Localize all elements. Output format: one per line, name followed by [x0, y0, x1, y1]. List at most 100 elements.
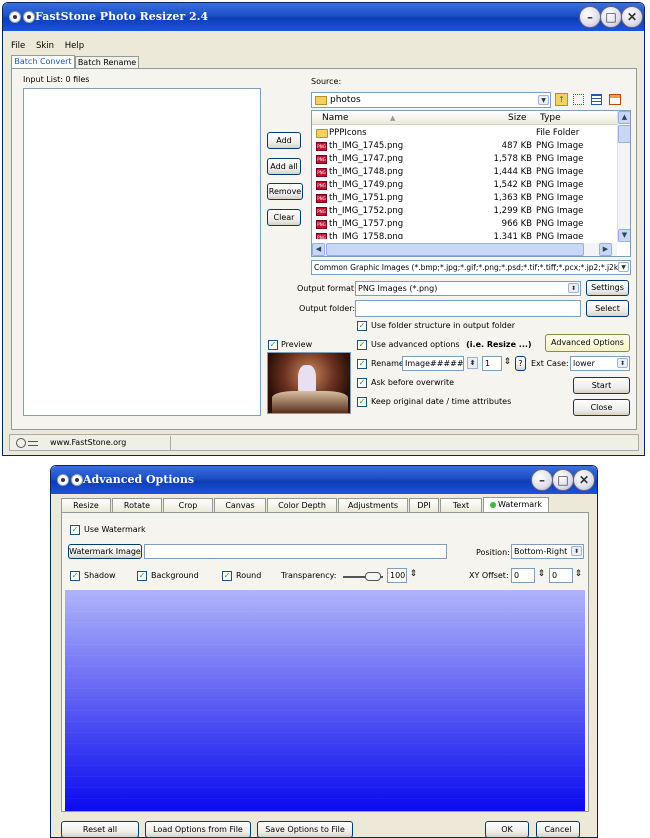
file-row[interactable]: PNG th_IMG_1745.png 487 KB PNG Image: [312, 140, 610, 153]
column-size-header[interactable]: Size: [508, 111, 526, 125]
menu-skin[interactable]: Skin: [36, 41, 54, 51]
updown-icon[interactable]: ⬍: [568, 283, 579, 293]
file-row[interactable]: PNG th_IMG_1748.png 1,444 KB PNG Image: [312, 166, 610, 179]
minimize-button[interactable]: –: [531, 469, 553, 491]
adv-title-bar[interactable]: Advanced Options – □ ✕: [51, 466, 597, 494]
file-row[interactable]: PPPIcons File Folder: [312, 127, 610, 140]
scroll-right-icon[interactable]: ▶: [599, 243, 612, 256]
remove-button[interactable]: Remove: [267, 183, 303, 200]
updown-icon[interactable]: ⬍: [571, 546, 582, 556]
menu-help[interactable]: Help: [65, 41, 84, 51]
keep-date-checkbox[interactable]: ✓: [357, 397, 367, 407]
transparency-input[interactable]: 100: [387, 568, 407, 583]
folder-up-icon[interactable]: ↑: [555, 93, 568, 106]
reset-all-button[interactable]: Reset all: [61, 821, 139, 838]
tab-rotate[interactable]: Rotate: [112, 498, 162, 512]
start-button[interactable]: Start: [573, 377, 630, 394]
rename-start-spinner-icon[interactable]: ⇕: [502, 357, 513, 369]
close-window-button[interactable]: ✕: [573, 469, 595, 491]
watermark-path-input[interactable]: [144, 544, 447, 559]
file-row[interactable]: PNG th_IMG_1747.png 1,578 KB PNG Image: [312, 153, 610, 166]
view-list-icon[interactable]: [591, 94, 602, 105]
close-button[interactable]: Close: [573, 399, 630, 416]
ext-case-select[interactable]: lower ⬍: [570, 356, 630, 371]
ask-overwrite-checkbox[interactable]: ✓: [357, 378, 367, 388]
tab-text[interactable]: Text: [440, 498, 482, 512]
watermark-image-button[interactable]: Watermark Image: [68, 544, 142, 559]
file-row[interactable]: PNG th_IMG_1752.png 1,299 KB PNG Image: [312, 205, 610, 218]
transparency-slider-thumb[interactable]: [365, 572, 381, 581]
x-offset-spinner-icon[interactable]: ⇕: [536, 569, 547, 581]
scroll-down-icon[interactable]: ▼: [618, 229, 630, 242]
cancel-button[interactable]: Cancel: [536, 821, 580, 838]
y-offset-spinner-icon[interactable]: ⇕: [573, 569, 584, 581]
output-folder-input[interactable]: [355, 300, 581, 317]
position-select[interactable]: Bottom-Right ⬍: [511, 544, 584, 559]
chevron-down-icon[interactable]: ▼: [538, 95, 549, 105]
system-menu-icon[interactable]: [57, 474, 69, 486]
y-offset-input[interactable]: 0: [549, 568, 573, 583]
view-icons-icon[interactable]: [573, 94, 584, 105]
rename-help-button[interactable]: ?: [515, 356, 526, 371]
advanced-options-button[interactable]: Advanced Options: [545, 334, 630, 352]
add-all-button[interactable]: Add all: [267, 158, 301, 175]
scroll-up-icon[interactable]: ▲: [618, 111, 630, 124]
minimize-button[interactable]: –: [579, 6, 601, 28]
preview-checkbox[interactable]: ✓: [268, 340, 278, 350]
background-checkbox[interactable]: ✓: [137, 571, 147, 581]
tab-watermark[interactable]: Watermark: [483, 497, 549, 512]
tab-batch-convert[interactable]: Batch Convert: [11, 55, 75, 68]
view-details-icon[interactable]: [609, 94, 621, 105]
file-list-hscrollbar[interactable]: ◀ ▶: [312, 243, 617, 256]
tab-dpi[interactable]: DPI: [409, 498, 439, 512]
hscroll-thumb[interactable]: [326, 243, 584, 256]
transparency-slider[interactable]: [343, 572, 383, 581]
chevron-down-icon[interactable]: ▼: [618, 262, 629, 272]
updown-icon[interactable]: ⬍: [617, 358, 628, 368]
tab-canvas[interactable]: Canvas: [214, 498, 266, 512]
settings-button[interactable]: Settings: [586, 280, 629, 296]
file-row[interactable]: PNG th_IMG_1751.png 1,363 KB PNG Image: [312, 192, 610, 205]
rename-start-input[interactable]: 1: [482, 356, 502, 371]
file-row[interactable]: PNG th_IMG_1757.png 966 KB PNG Image: [312, 218, 610, 231]
round-checkbox[interactable]: ✓: [222, 571, 232, 581]
x-offset-input[interactable]: 0: [511, 568, 535, 583]
use-watermark-checkbox[interactable]: ✓: [70, 525, 80, 535]
main-title-bar[interactable]: FastStone Photo Resizer 2.4 – □ ✕: [3, 3, 644, 31]
folder-structure-checkbox[interactable]: ✓: [357, 321, 367, 331]
source-folder-select[interactable]: photos ▼: [311, 92, 551, 108]
maximize-button[interactable]: □: [552, 469, 574, 491]
close-window-button[interactable]: ✕: [621, 6, 643, 28]
tab-adjustments[interactable]: Adjustments: [338, 498, 408, 512]
input-list[interactable]: [23, 88, 261, 416]
maximize-button[interactable]: □: [600, 6, 622, 28]
column-type-header[interactable]: Type: [540, 111, 561, 125]
rename-checkbox[interactable]: ✓: [357, 359, 367, 369]
tab-crop[interactable]: Crop: [163, 498, 213, 512]
file-list[interactable]: Name ▲ Size Type PPPIcons File Folder PNG…: [311, 110, 631, 257]
status-url[interactable]: www.FastStone.org: [50, 438, 126, 447]
tab-batch-rename[interactable]: Batch Rename: [75, 56, 139, 68]
add-button[interactable]: Add: [267, 132, 301, 149]
advanced-options-checkbox[interactable]: ✓: [357, 340, 367, 350]
save-options-button[interactable]: Save Options to File: [257, 821, 353, 838]
rename-pattern-input[interactable]: Image#####: [402, 356, 464, 371]
output-format-select[interactable]: PNG Images (*.png) ⬍: [355, 281, 581, 296]
file-filter-select[interactable]: Common Graphic Images (*.bmp;*.jpg;*.gif…: [311, 260, 631, 275]
transparency-spinner-icon[interactable]: ⇕: [408, 569, 419, 581]
tab-color-depth[interactable]: Color Depth: [267, 498, 337, 512]
load-options-button[interactable]: Load Options from File: [145, 821, 251, 838]
scroll-thumb[interactable]: [618, 125, 630, 143]
system-menu-icon[interactable]: [9, 11, 21, 23]
clear-button[interactable]: Clear: [267, 209, 301, 226]
file-list-vscrollbar[interactable]: ▲ ▼: [617, 111, 630, 242]
select-folder-button[interactable]: Select: [586, 300, 629, 317]
column-name-header[interactable]: Name: [322, 111, 349, 125]
shadow-checkbox[interactable]: ✓: [70, 571, 80, 581]
scroll-left-icon[interactable]: ◀: [312, 243, 325, 256]
tab-resize[interactable]: Resize: [61, 498, 111, 512]
menu-file[interactable]: File: [11, 41, 25, 51]
file-row[interactable]: PNG th_IMG_1749.png 1,542 KB PNG Image: [312, 179, 610, 192]
rename-pattern-updown-icon[interactable]: ⬍: [467, 357, 478, 369]
file-row[interactable]: PNG th_IMG_1758.png 1,341 KB PNG Image: [312, 231, 610, 239]
